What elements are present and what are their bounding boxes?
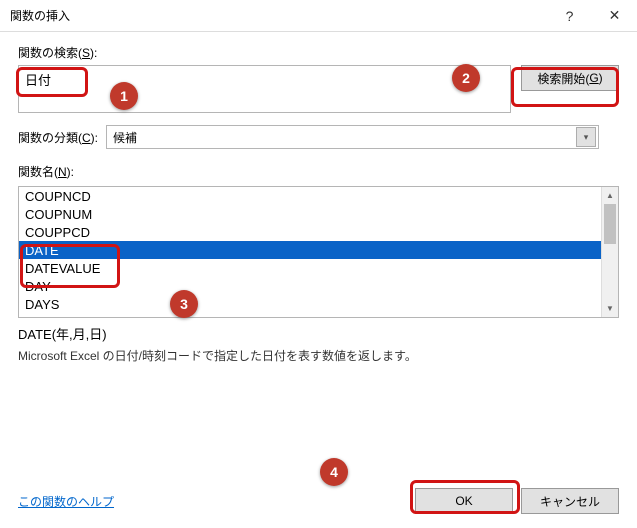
category-selected-value: 候補	[113, 129, 137, 146]
search-label: 関数の検索(S):	[18, 44, 619, 61]
list-item[interactable]: DAY	[19, 277, 601, 295]
category-dropdown-button[interactable]: ▾	[576, 127, 596, 147]
list-item[interactable]: COUPNUM	[19, 205, 601, 223]
list-item[interactable]: COUPNCD	[19, 187, 601, 205]
search-label-prefix: 関数の検索(	[18, 46, 82, 60]
ok-button[interactable]: OK	[415, 488, 513, 514]
list-item[interactable]: COUPPCD	[19, 223, 601, 241]
search-start-button[interactable]: 検索開始(G)	[521, 65, 619, 91]
search-label-key: S	[82, 46, 90, 60]
chevron-down-icon: ▾	[584, 132, 589, 143]
cancel-button-label: キャンセル	[540, 493, 600, 510]
funclist-label: 関数名(N):	[18, 163, 619, 180]
search-label-suffix: ):	[90, 46, 97, 60]
close-icon: ✕	[609, 7, 621, 24]
scrollbar[interactable]: ▲ ▼	[601, 187, 618, 317]
search-input[interactable]: 日付	[18, 65, 511, 113]
category-label-key: C	[82, 131, 91, 145]
chevron-up-icon: ▲	[606, 191, 614, 200]
help-link[interactable]: この関数のヘルプ	[18, 493, 114, 510]
chevron-down-icon: ▼	[606, 304, 614, 313]
funclist-label-suffix: ):	[67, 165, 74, 179]
list-item[interactable]: DAYS	[19, 295, 601, 313]
category-label-prefix: 関数の分類(	[18, 131, 82, 145]
search-btn-suffix: )	[599, 71, 603, 85]
function-listbox[interactable]: COUPNCDCOUPNUMCOUPPCDDATEDATEVALUEDAYDAY…	[18, 186, 619, 318]
help-icon: ?	[566, 8, 574, 24]
search-btn-key: G	[589, 71, 598, 85]
titlebar: 関数の挿入 ? ✕	[0, 0, 637, 32]
funclist-label-prefix: 関数名(	[18, 165, 58, 179]
category-label: 関数の分類(C):	[18, 129, 98, 146]
scroll-track[interactable]	[602, 204, 618, 300]
ok-button-label: OK	[455, 494, 472, 508]
search-btn-prefix: 検索開始(	[537, 70, 589, 87]
scroll-down-button[interactable]: ▼	[602, 300, 618, 317]
category-select[interactable]: 候補 ▾	[106, 125, 599, 149]
search-input-value: 日付	[25, 70, 51, 89]
category-label-suffix: ):	[91, 131, 98, 145]
function-signature: DATE(年,月,日)	[18, 324, 619, 343]
cancel-button[interactable]: キャンセル	[521, 488, 619, 514]
list-item[interactable]: DATEVALUE	[19, 259, 601, 277]
window-title: 関数の挿入	[0, 7, 547, 24]
function-description: Microsoft Excel の日付/時刻コードで指定した日付を表す数値を返し…	[18, 347, 619, 364]
funclist-label-key: N	[58, 165, 67, 179]
badge-4: 4	[320, 458, 348, 486]
scroll-up-button[interactable]: ▲	[602, 187, 618, 204]
help-button[interactable]: ?	[547, 0, 592, 32]
list-item[interactable]: DATE	[19, 241, 601, 259]
close-button[interactable]: ✕	[592, 0, 637, 32]
scroll-thumb[interactable]	[604, 204, 616, 244]
